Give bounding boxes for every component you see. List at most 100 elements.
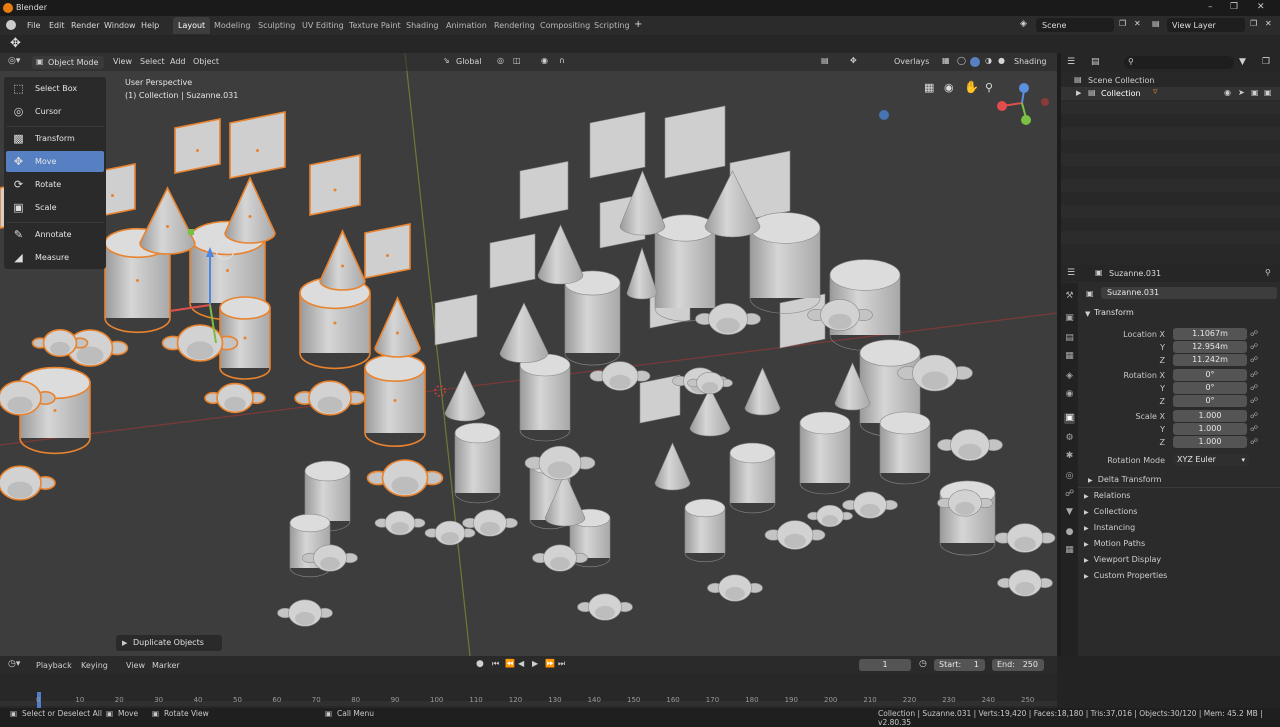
location-x-field[interactable]: 1.1067m	[1173, 328, 1247, 340]
delta-transform-panel[interactable]: ▶ Delta Transform	[1088, 475, 1161, 484]
transform-expand-icon[interactable]: ▼	[1085, 310, 1090, 318]
lock-icon[interactable]: ☍	[1250, 355, 1258, 364]
tool-measure[interactable]: ◢ Measure	[6, 247, 104, 268]
data-tab-icon[interactable]: ▼	[1064, 507, 1075, 518]
location-z-field[interactable]: 11.242m	[1173, 354, 1247, 366]
menu-marker[interactable]: Marker	[152, 661, 180, 670]
menu-object[interactable]: Object	[193, 57, 219, 66]
minimize-icon[interactable]: –	[1208, 2, 1213, 12]
lock-icon[interactable]: ☍	[1250, 396, 1258, 405]
scale-x-field[interactable]: 1.000	[1173, 410, 1247, 422]
render-tab-icon[interactable]: ▣	[1064, 313, 1075, 324]
lock-icon[interactable]: ☍	[1250, 424, 1258, 433]
maximize-icon[interactable]: ❐	[1230, 2, 1238, 12]
tab-compositing[interactable]: Compositing	[535, 17, 595, 34]
particles-tab-icon[interactable]: ✱	[1064, 451, 1075, 462]
tab-modeling[interactable]: Modeling	[209, 17, 255, 34]
rotation-x-field[interactable]: 0°	[1173, 369, 1247, 381]
tool-scale[interactable]: ▣ Scale	[6, 197, 104, 218]
last-operator-panel[interactable]: ▶ Duplicate Objects	[116, 635, 222, 651]
tab-layout[interactable]: Layout	[173, 17, 211, 34]
grid-view-icon[interactable]: ▦	[924, 81, 934, 94]
tool-tab-icon[interactable]: ⚒	[1064, 291, 1075, 302]
timeline-editor-icon[interactable]: ◷▾	[8, 659, 20, 669]
snap-icon[interactable]: ◫	[513, 56, 521, 65]
scale-y-field[interactable]: 1.000	[1173, 423, 1247, 435]
tab-scripting[interactable]: Scripting	[589, 17, 635, 34]
custom-properties-panel[interactable]: ▶ Custom Properties	[1084, 571, 1167, 580]
solid-shading-icon[interactable]	[970, 57, 980, 67]
camera-view-icon[interactable]: ◉	[944, 81, 954, 94]
record-icon[interactable]: ●	[476, 659, 484, 669]
collection-row[interactable]: ▶ ▤ Collection ▿ ◉ ➤ ▣ ▣	[1061, 87, 1280, 100]
tab-sculpting[interactable]: Sculpting	[253, 17, 300, 34]
rendered-shading-icon[interactable]: ●	[998, 56, 1005, 65]
menu-edit[interactable]: Edit	[49, 21, 65, 30]
texture-tab-icon[interactable]: ▦	[1064, 545, 1075, 556]
lock-icon[interactable]: ☍	[1250, 370, 1258, 379]
output-tab-icon[interactable]: ▤	[1064, 333, 1075, 344]
menu-help[interactable]: Help	[141, 21, 159, 30]
object-visibility-icon[interactable]: ▤	[821, 56, 829, 65]
display-mode-icon[interactable]: ▤	[1091, 57, 1100, 67]
outliner-editor-icon[interactable]: ☰	[1067, 57, 1075, 67]
selectable-icon[interactable]: ➤	[1238, 88, 1245, 97]
tool-cursor[interactable]: ◎ Cursor	[6, 101, 104, 122]
pin-icon[interactable]: ⚲	[1265, 268, 1271, 277]
lock-icon[interactable]: ☍	[1250, 411, 1258, 420]
delete-view-layer-icon[interactable]: ✕	[1265, 19, 1272, 28]
tab-animation[interactable]: Animation	[441, 17, 492, 34]
end-frame-field[interactable]: End: 250	[992, 659, 1044, 671]
3d-viewport[interactable]	[0, 53, 1057, 656]
close-icon[interactable]: ✕	[1257, 2, 1265, 12]
pivot-icon[interactable]: ◎	[497, 56, 504, 65]
viewport-disable-icon[interactable]: ▣	[1251, 88, 1259, 97]
overlays-icon[interactable]	[879, 110, 889, 120]
add-workspace-icon[interactable]: +	[634, 19, 642, 30]
editor-type-icon[interactable]: ◎▾	[8, 56, 20, 66]
expand-arrow-icon[interactable]: ▶	[1076, 89, 1081, 97]
view-layer-field[interactable]: View Layer	[1167, 18, 1245, 32]
current-frame-field[interactable]: 1	[859, 659, 911, 671]
tool-move[interactable]: ✥ Move	[6, 151, 104, 172]
move-tool-icon[interactable]: ✥	[10, 36, 21, 51]
physics-tab-icon[interactable]: ◎	[1064, 471, 1075, 482]
menu-keying[interactable]: Keying	[81, 661, 108, 670]
proportional-edit-icon[interactable]: ◉	[541, 56, 548, 65]
jump-end-icon[interactable]: ⏭	[558, 659, 565, 669]
xray-icon[interactable]: ▦	[942, 56, 950, 65]
shading-dropdown[interactable]: Shading	[1014, 57, 1047, 66]
jump-start-icon[interactable]: ⏮	[492, 659, 499, 669]
overlays-dropdown[interactable]: Overlays	[894, 57, 929, 66]
menu-add[interactable]: Add	[170, 57, 186, 66]
blender-menu-icon[interactable]	[6, 20, 16, 30]
delete-scene-icon[interactable]: ✕	[1134, 19, 1141, 28]
scene-tab-icon[interactable]: ◈	[1064, 371, 1075, 382]
lock-icon[interactable]: ☍	[1250, 437, 1258, 446]
relations-panel[interactable]: ▶ Relations	[1084, 491, 1130, 500]
lock-icon[interactable]: ☍	[1250, 329, 1258, 338]
tool-transform[interactable]: ▩ Transform	[6, 128, 104, 149]
instancing-panel[interactable]: ▶ Instancing	[1084, 523, 1135, 532]
material-tab-icon[interactable]: ●	[1064, 527, 1075, 538]
tab-uv-editing[interactable]: UV Editing	[297, 17, 349, 34]
viewport-display-panel[interactable]: ▶ Viewport Display	[1084, 555, 1161, 564]
motion-paths-panel[interactable]: ▶ Motion Paths	[1084, 539, 1145, 548]
properties-editor-icon[interactable]: ☰	[1067, 268, 1075, 278]
location-y-field[interactable]: 12.954m	[1173, 341, 1247, 353]
menu-render[interactable]: Render	[71, 21, 99, 30]
render-disable-icon[interactable]: ▣	[1264, 88, 1272, 97]
filter-icon[interactable]: ▼	[1239, 57, 1246, 67]
tab-shading[interactable]: Shading	[401, 17, 444, 34]
object-tab-icon[interactable]: ▣	[1064, 413, 1075, 424]
rotation-z-field[interactable]: 0°	[1173, 395, 1247, 407]
menu-playback[interactable]: Playback	[36, 661, 72, 670]
scene-collection-label[interactable]: Scene Collection	[1088, 76, 1155, 85]
menu-view[interactable]: View	[126, 661, 145, 670]
play-reverse-icon[interactable]: ◀	[518, 659, 524, 668]
collections-panel[interactable]: ▶ Collections	[1084, 507, 1137, 516]
menu-view[interactable]: View	[113, 57, 132, 66]
scene-field[interactable]: Scene	[1036, 18, 1114, 32]
new-view-layer-icon[interactable]: ❐	[1250, 19, 1257, 28]
pan-view-icon[interactable]: ✋	[964, 80, 979, 94]
